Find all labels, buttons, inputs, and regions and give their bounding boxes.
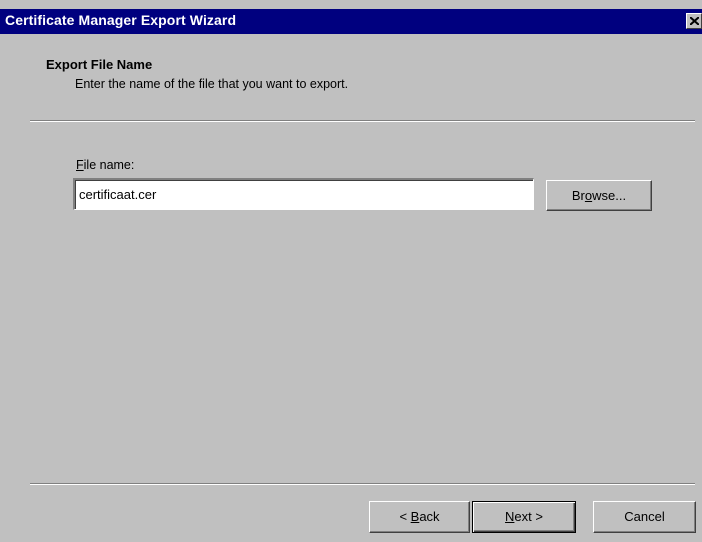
browse-button-label: Browse... (571, 188, 627, 203)
export-wizard-window: Certificate Manager Export Wizard Export… (0, 0, 702, 542)
footer-divider (30, 483, 695, 485)
page-subtitle: Enter the name of the file that you want… (75, 77, 349, 91)
next-button-label: Next > (505, 509, 543, 524)
back-button[interactable]: < Back (369, 501, 470, 533)
file-name-label: File name: (76, 158, 135, 172)
close-button[interactable] (686, 13, 702, 29)
back-button-label: < Back (399, 509, 440, 524)
file-name-input[interactable] (73, 178, 534, 210)
page-title: Export File Name (46, 57, 153, 72)
title-bar[interactable]: Certificate Manager Export Wizard (0, 9, 702, 34)
next-button[interactable]: Next > (472, 501, 576, 533)
browse-button[interactable]: Browse... (546, 180, 652, 211)
close-icon (690, 17, 699, 25)
cancel-button-label: Cancel (624, 509, 665, 524)
window-title: Certificate Manager Export Wizard (5, 12, 237, 28)
cancel-button[interactable]: Cancel (593, 501, 696, 533)
header-divider (30, 120, 695, 122)
